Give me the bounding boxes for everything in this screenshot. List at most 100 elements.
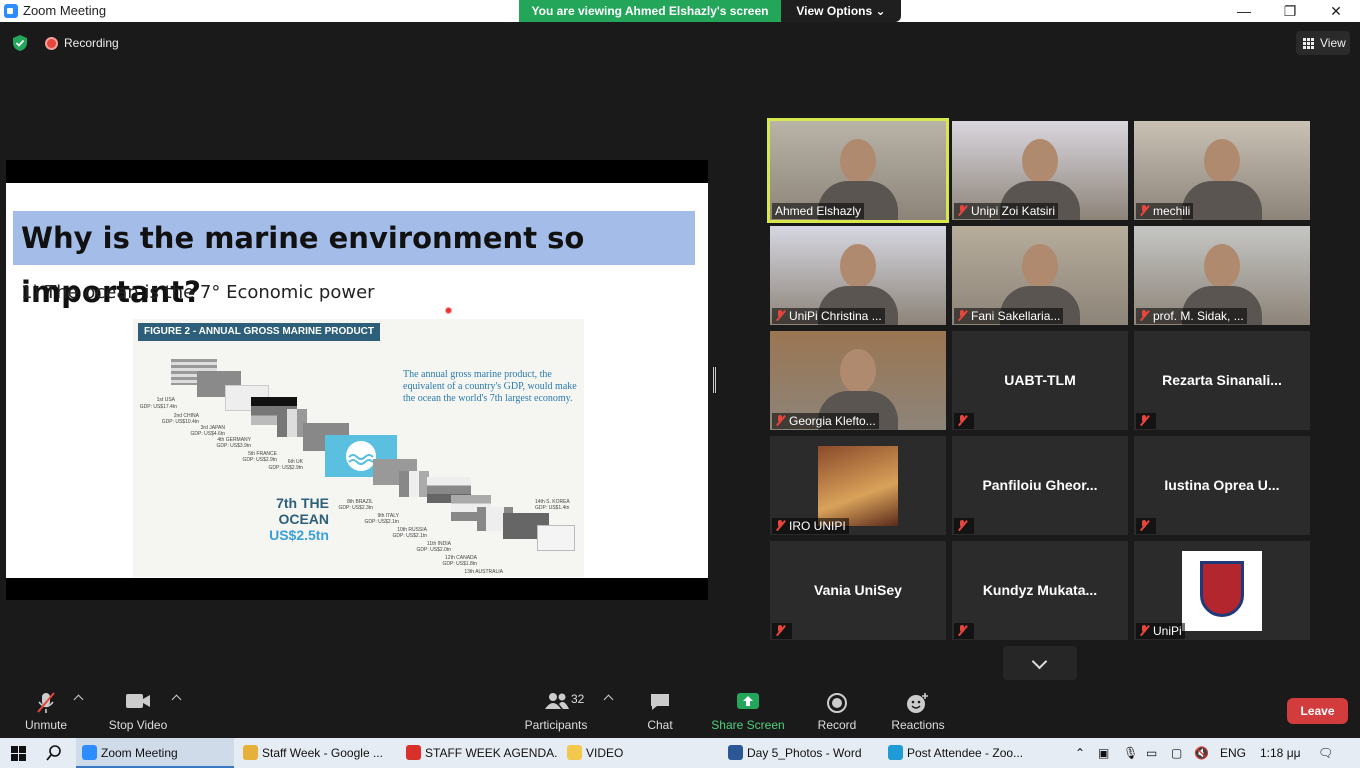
participant-namebar: [1136, 518, 1156, 534]
maximize-button[interactable]: ❐: [1267, 0, 1313, 22]
reactions-button[interactable]: Reactions: [888, 684, 948, 738]
close-button[interactable]: ✕: [1313, 0, 1359, 22]
taskbar-app-label: Day 5_Photos - Word: [747, 746, 862, 760]
taskbar-app-label: Zoom Meeting: [101, 746, 178, 760]
clock[interactable]: 1:18 μμ: [1260, 738, 1301, 768]
zoom-app-icon: [4, 4, 18, 18]
taskbar-app[interactable]: Staff Week - Google ...: [237, 738, 395, 768]
microphone-muted-icon: [1139, 310, 1149, 321]
participant-silhouette: [1204, 139, 1240, 183]
volume-muted-icon[interactable]: 🔇: [1194, 738, 1209, 768]
leave-button[interactable]: Leave: [1287, 698, 1348, 724]
taskbar-app[interactable]: STAFF WEEK AGENDA...: [400, 738, 558, 768]
view-options-button[interactable]: View Options ⌄: [781, 0, 901, 22]
figure-title: FIGURE 2 - ANNUAL GROSS MARINE PRODUCT: [138, 323, 381, 341]
minimize-button[interactable]: —: [1221, 0, 1267, 22]
participant-tile[interactable]: Georgia Klefto...: [770, 331, 946, 430]
rank-label: 1st USA: [156, 397, 175, 403]
taskbar-app[interactable]: Post Attendee - Zoo...: [882, 738, 1037, 768]
ocean-rank-value: US$2.5tn: [269, 527, 329, 543]
participant-name: prof. M. Sidak, ...: [1153, 309, 1244, 323]
participant-name: Fani Sakellaria...: [971, 309, 1061, 323]
chat-button[interactable]: Chat: [638, 684, 682, 738]
participant-tile[interactable]: Iustina Oprea U...: [1134, 436, 1310, 535]
participant-silhouette: [1182, 181, 1262, 220]
microphone-muted-icon: [775, 520, 785, 531]
rank-gdp: GDP: US$10.4tn: [161, 419, 199, 425]
split-view-handle[interactable]: [713, 367, 716, 393]
unmute-label: Unmute: [24, 718, 68, 732]
rank-gdp: GDP: US$17.4tn: [139, 404, 177, 410]
record-button[interactable]: Record: [814, 684, 860, 738]
taskbar-app-label: STAFF WEEK AGENDA...: [425, 746, 558, 760]
participant-tile[interactable]: Fani Sakellaria...: [952, 226, 1128, 325]
notifications-icon[interactable]: 🗨: [1318, 738, 1333, 768]
participants-label: Participants: [524, 718, 588, 732]
figure-text: The annual gross marine product, the equ…: [403, 369, 577, 404]
participants-options-caret[interactable]: [603, 694, 614, 705]
share-screen-button[interactable]: Share Screen: [708, 684, 788, 738]
participant-name: UniPi Christina ...: [789, 309, 882, 323]
more-participants-button[interactable]: [1003, 646, 1077, 680]
participant-tile[interactable]: IRO UNIPI: [770, 436, 946, 535]
taskbar-app-label: VIDEO: [586, 746, 624, 760]
participants-button[interactable]: 32 Participants: [520, 684, 592, 738]
participant-tile[interactable]: UABT-TLM: [952, 331, 1128, 430]
audio-options-caret[interactable]: [73, 694, 84, 705]
view-button[interactable]: View: [1296, 31, 1350, 55]
participant-tile[interactable]: Vania UniSey: [770, 541, 946, 640]
taskbar-app[interactable]: Zoom Meeting: [76, 738, 234, 768]
microphone-muted-icon: [775, 415, 785, 426]
rank-gdp: GDP: US$2.1tn: [392, 533, 427, 539]
participant-silhouette: [1204, 244, 1240, 288]
taskbar-app[interactable]: Day 5_Photos - Word: [722, 738, 880, 768]
window-title: Zoom Meeting: [23, 3, 107, 18]
rank-gdp: GDP: US$1.8tn: [442, 561, 477, 567]
chevron-up-icon[interactable]: ⌃: [1075, 738, 1085, 768]
shield-icon[interactable]: [12, 35, 28, 51]
participant-name: UniPi: [1153, 624, 1182, 638]
participant-tile[interactable]: mechili: [1134, 121, 1310, 220]
share-screen-label: Share Screen: [711, 718, 785, 732]
participant-tile[interactable]: Panfiloiu Gheor...: [952, 436, 1128, 535]
participant-namebar: prof. M. Sidak, ...: [1136, 308, 1247, 324]
video-options-caret[interactable]: [171, 694, 182, 705]
participant-namebar: UniPi Christina ...: [772, 308, 885, 324]
window-titlebar: Zoom Meeting You are viewing Ahmed Elsha…: [0, 0, 1360, 22]
participant-tile[interactable]: Kundyz Mukata...: [952, 541, 1128, 640]
rank-gdp: GDP: US$2.9tn: [242, 457, 277, 463]
taskbar-app[interactable]: VIDEO: [561, 738, 719, 768]
app-icon: [243, 745, 258, 760]
participant-name-large: Vania UniSey: [814, 582, 902, 598]
participant-silhouette: [840, 244, 876, 288]
participant-tile[interactable]: Rezarta Sinanali...: [1134, 331, 1310, 430]
participant-name-large: UABT-TLM: [1004, 372, 1076, 388]
rank-gdp: GDP: US$2.0tn: [416, 547, 451, 553]
participant-namebar: [954, 413, 974, 429]
windows-start-icon[interactable]: [11, 746, 26, 761]
participant-namebar: IRO UNIPI: [772, 518, 849, 534]
network-icon[interactable]: ▢: [1171, 738, 1182, 768]
meet-now-icon[interactable]: ▣: [1098, 738, 1109, 768]
unmute-button[interactable]: Unmute: [20, 684, 72, 738]
microphone-muted-icon: [957, 415, 967, 426]
shield-icon: [1200, 561, 1244, 617]
participant-tile[interactable]: UniPi: [1134, 541, 1310, 640]
participant-tile[interactable]: prof. M. Sidak, ...: [1134, 226, 1310, 325]
ocean-rank: 7th THE OCEAN US$2.5tn: [251, 495, 329, 543]
participant-tile[interactable]: UniPi Christina ...: [770, 226, 946, 325]
participant-tile[interactable]: Ahmed Elshazly: [767, 118, 949, 223]
participant-namebar: [954, 518, 974, 534]
rank-label: 13th AUSTRALIA: [464, 569, 503, 575]
stop-video-button[interactable]: Stop Video: [104, 684, 172, 738]
participant-tile[interactable]: Unipi Zoi Katsiri: [952, 121, 1128, 220]
participant-namebar: [954, 623, 974, 639]
taskbar-app-label: Staff Week - Google ...: [262, 746, 383, 760]
participant-namebar: Unipi Zoi Katsiri: [954, 203, 1059, 219]
battery-icon[interactable]: ▭: [1146, 738, 1157, 768]
language-indicator[interactable]: ENG: [1220, 738, 1246, 768]
search-icon[interactable]: [46, 745, 62, 761]
ocean-rank-label: 7th THE OCEAN: [276, 495, 329, 527]
microphone-icon[interactable]: 🎙: [1123, 738, 1138, 768]
chat-label: Chat: [647, 718, 673, 732]
